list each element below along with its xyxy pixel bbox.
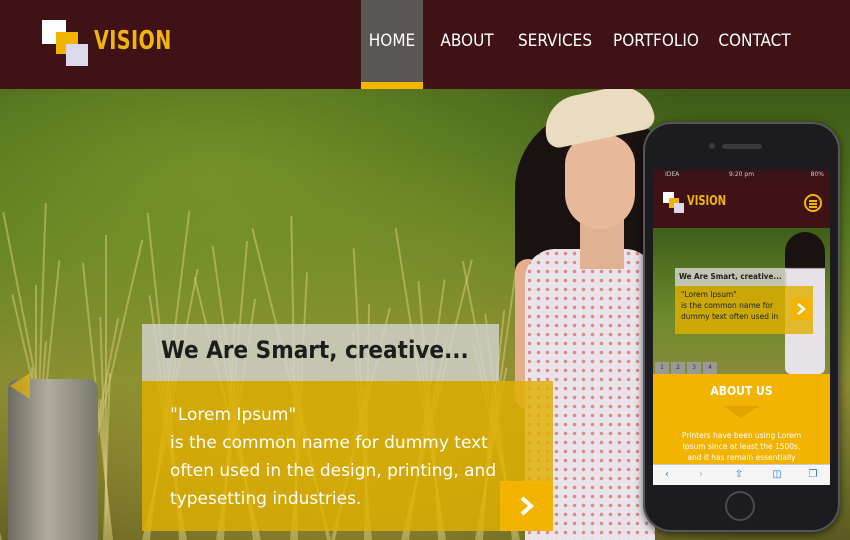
mobile-hero-title: We Are Smart, creative... (675, 268, 787, 286)
grass-blade (0, 423, 2, 540)
tabs-icon[interactable]: ❐ (805, 468, 821, 482)
hamburger-menu-icon[interactable] (804, 194, 822, 212)
nav-home[interactable]: HOME (361, 0, 423, 89)
phone-home-button[interactable] (725, 491, 755, 521)
hero-title-box: We Are Smart, creative... (142, 324, 499, 381)
mobile-next-button[interactable] (791, 298, 811, 320)
mobile-logo-icon[interactable] (663, 192, 685, 214)
mobile-pagination: 1 2 3 4 (653, 362, 830, 374)
slider-prev-icon[interactable] (0, 373, 30, 399)
phone-mockup: IDEA 9:20 pm 80% VISION We Are Smart, cr… (643, 122, 840, 532)
mobile-hero-body-box: "Lorem Ipsum" is the common name for dum… (675, 286, 813, 334)
hero-body-text: "Lorem Ipsum" is the common name for dum… (170, 405, 497, 509)
bookmarks-icon[interactable]: ◫ (769, 468, 785, 482)
status-carrier: IDEA (665, 171, 680, 178)
mobile-hero-body: "Lorem Ipsum" is the common name for dum… (681, 290, 779, 321)
nav-contact[interactable]: CONTACT (718, 0, 791, 89)
forward-icon[interactable]: › (693, 468, 709, 482)
mobile-hero: We Are Smart, creative... "Lorem Ipsum" … (653, 228, 830, 374)
page-1[interactable]: 1 (655, 362, 669, 374)
status-battery: 80% (810, 171, 824, 178)
chevron-right-icon (520, 496, 534, 516)
hero-next-button[interactable] (500, 481, 553, 531)
main-nav: HOME ABOUT SERVICES PORTFOLIO CONTACT (0, 0, 850, 89)
page-3[interactable]: 3 (687, 362, 701, 374)
woman-face-image (565, 134, 635, 229)
phone-speaker-icon (722, 144, 762, 149)
phone-status-bar: IDEA 9:20 pm 80% (653, 170, 830, 180)
nav-portfolio[interactable]: PORTFOLIO (613, 0, 699, 89)
page-2[interactable]: 2 (671, 362, 685, 374)
stone-post-image (8, 379, 98, 540)
mobile-about-body: Printers have been using Lorem Ipsum sin… (681, 431, 802, 462)
back-icon[interactable]: ‹ (659, 468, 675, 482)
chevron-right-icon (797, 303, 806, 315)
mobile-about-title: ABOUT US (710, 384, 773, 398)
share-icon[interactable]: ⇧ (731, 468, 747, 482)
hero-body-box: "Lorem Ipsum" is the common name for dum… (142, 381, 553, 531)
status-time: 9:20 pm (729, 171, 755, 178)
about-arrow-icon (723, 406, 759, 418)
phone-camera-icon (709, 143, 715, 149)
browser-toolbar: ‹ › ⇧ ◫ ❐ (653, 464, 830, 485)
page-4[interactable]: 4 (703, 362, 717, 374)
hero-title: We Are Smart, creative... (161, 336, 469, 364)
mobile-about-section: ABOUT US Printers have been using Lorem … (653, 374, 830, 464)
phone-screen: IDEA 9:20 pm 80% VISION We Are Smart, cr… (653, 170, 830, 485)
nav-about[interactable]: ABOUT (438, 0, 496, 89)
mobile-header: VISION (653, 180, 830, 228)
site-header: VISION HOME ABOUT SERVICES PORTFOLIO CON… (0, 0, 850, 89)
nav-services[interactable]: SERVICES (515, 0, 595, 89)
mobile-brand-name[interactable]: VISION (687, 194, 726, 209)
